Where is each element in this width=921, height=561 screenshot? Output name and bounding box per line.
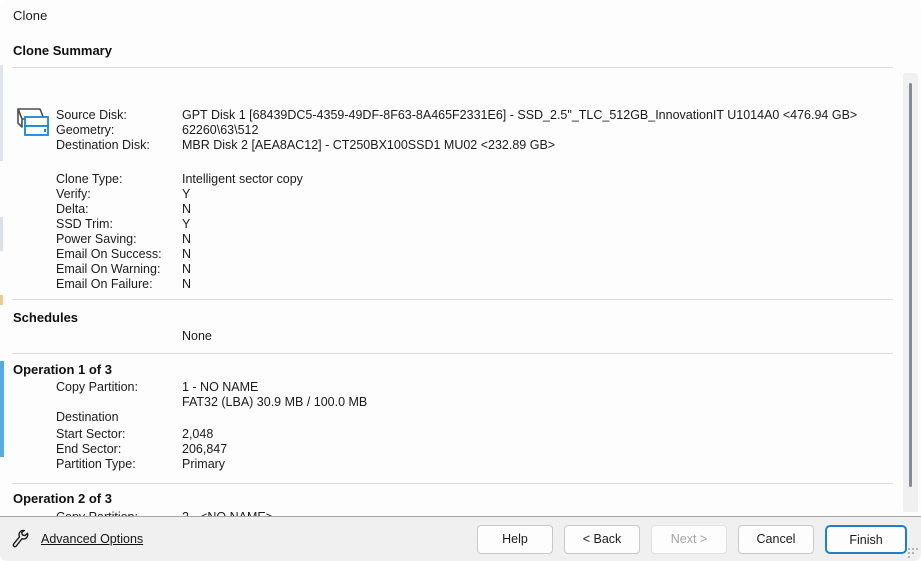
verify-label: Verify:	[56, 187, 91, 201]
wrench-icon	[12, 529, 29, 548]
finish-button[interactable]: Finish	[825, 524, 907, 554]
table-row: Email On Warning: N	[0, 262, 921, 277]
clone-type-value: Intelligent sector copy	[182, 172, 303, 186]
delta-value: N	[182, 202, 192, 216]
resize-grip[interactable]	[905, 545, 918, 558]
op1-destination-label: Destination	[56, 410, 119, 424]
email-on-failure-value: N	[182, 277, 192, 291]
source-disk-label: Source Disk:	[56, 108, 127, 122]
dialog-footer: Advanced Options Help < Back Next > Canc…	[0, 516, 921, 561]
op1-partition-type-value: Primary	[182, 457, 226, 471]
table-row: Email On Success: N	[0, 247, 921, 262]
back-button[interactable]: < Back	[564, 524, 640, 554]
email-on-warning-label: Email On Warning:	[56, 262, 161, 276]
summary-scroll-content: Clone Summary Source Disk: GPT Disk 1 [6…	[0, 31, 921, 516]
table-row: Destination	[0, 410, 921, 425]
clone-summary-heading: Clone Summary	[13, 43, 112, 58]
verify-value: Y	[182, 187, 191, 201]
divider	[12, 299, 893, 300]
op1-destination-value	[182, 410, 921, 425]
scrollbar-thumb[interactable]	[909, 83, 912, 487]
email-on-success-label: Email On Success:	[56, 247, 162, 261]
op1-end-sector-label: End Sector:	[56, 442, 122, 456]
table-row: SSD Trim: Y	[0, 217, 921, 232]
table-row: End Sector: 206,847	[0, 442, 921, 457]
source-disk-value: GPT Disk 1 [68439DC5-4359-49DF-8F63-8A46…	[182, 108, 858, 122]
divider	[12, 483, 893, 484]
destination-disk-value: MBR Disk 2 [AEA8AC12] - CT250BX100SSD1 M…	[182, 138, 556, 152]
divider	[12, 353, 893, 354]
help-button[interactable]: Help	[477, 524, 553, 554]
disk-info-group: Source Disk: GPT Disk 1 [68439DC5-4359-4…	[0, 108, 921, 153]
geometry-label: Geometry:	[56, 123, 115, 137]
delta-label: Delta:	[56, 202, 89, 216]
op1-start-sector-value: 2,048	[182, 427, 214, 441]
cancel-button[interactable]: Cancel	[738, 524, 814, 554]
footer-button-group: Help < Back Next > Cancel Finish	[477, 524, 907, 554]
power-saving-value: N	[182, 232, 192, 246]
power-saving-label: Power Saving:	[56, 232, 137, 246]
op1-sector-group: Start Sector: 2,048 End Sector: 206,847 …	[0, 427, 921, 472]
divider	[12, 67, 893, 68]
table-row: Clone Type: Intelligent sector copy	[0, 172, 921, 187]
geometry-value: 62260\63\512	[182, 123, 259, 137]
op1-partition-size: FAT32 (LBA) 30.9 MB / 100.0 MB	[182, 395, 368, 409]
table-row: Verify: Y	[0, 187, 921, 202]
table-row: None	[0, 329, 921, 344]
email-on-failure-label: Email On Failure:	[56, 277, 153, 291]
op1-partition-name: 1 - NO NAME	[182, 380, 259, 394]
table-row: Power Saving: N	[0, 232, 921, 247]
window-title: Clone	[13, 8, 48, 23]
op1-start-sector-label: Start Sector:	[56, 427, 126, 441]
next-button: Next >	[651, 524, 727, 554]
ssd-trim-label: SSD Trim:	[56, 217, 113, 231]
vertical-scrollbar[interactable]	[903, 73, 918, 512]
op1-end-sector-value: 206,847	[182, 442, 228, 456]
operation-2-heading: Operation 2 of 3	[13, 491, 112, 506]
destination-disk-label: Destination Disk:	[56, 138, 150, 152]
op1-copy-partition-value: 1 - NO NAME FAT32 (LBA) 30.9 MB / 100.0 …	[182, 380, 921, 410]
table-row: Destination Disk: MBR Disk 2 [AEA8AC12] …	[0, 138, 921, 153]
table-row: Delta: N	[0, 202, 921, 217]
email-on-success-value: N	[182, 247, 192, 261]
email-on-warning-value: N	[182, 262, 192, 276]
table-row: Geometry: 62260\63\512	[0, 123, 921, 138]
table-row: Copy Partition: 1 - NO NAME FAT32 (LBA) …	[0, 380, 921, 410]
advanced-options-link[interactable]: Advanced Options	[10, 527, 143, 551]
schedules-heading: Schedules	[13, 310, 79, 325]
advanced-options-label: Advanced Options	[41, 532, 144, 546]
content-area: Clone Summary Source Disk: GPT Disk 1 [6…	[0, 31, 921, 516]
operation-1-heading: Operation 1 of 3	[13, 362, 112, 377]
clone-type-label: Clone Type:	[56, 172, 123, 186]
op1-partition-type-label: Partition Type:	[56, 457, 136, 471]
background-window-artifact	[0, 295, 3, 305]
schedules-value: None	[182, 329, 212, 343]
ssd-trim-value: Y	[182, 217, 191, 231]
table-row: Source Disk: GPT Disk 1 [68439DC5-4359-4…	[0, 108, 921, 123]
clone-dialog-window: Clone Clone Summary Source Disk: GPT Dis…	[0, 0, 921, 561]
table-row: Email On Failure: N	[0, 277, 921, 292]
title-bar: Clone	[0, 0, 921, 31]
clone-options-group: Clone Type: Intelligent sector copy Veri…	[0, 172, 921, 292]
table-row: Partition Type: Primary	[0, 457, 921, 472]
op1-copy-partition-label: Copy Partition:	[56, 380, 138, 394]
schedules-spacer	[0, 329, 182, 344]
table-row: Start Sector: 2,048	[0, 427, 921, 442]
